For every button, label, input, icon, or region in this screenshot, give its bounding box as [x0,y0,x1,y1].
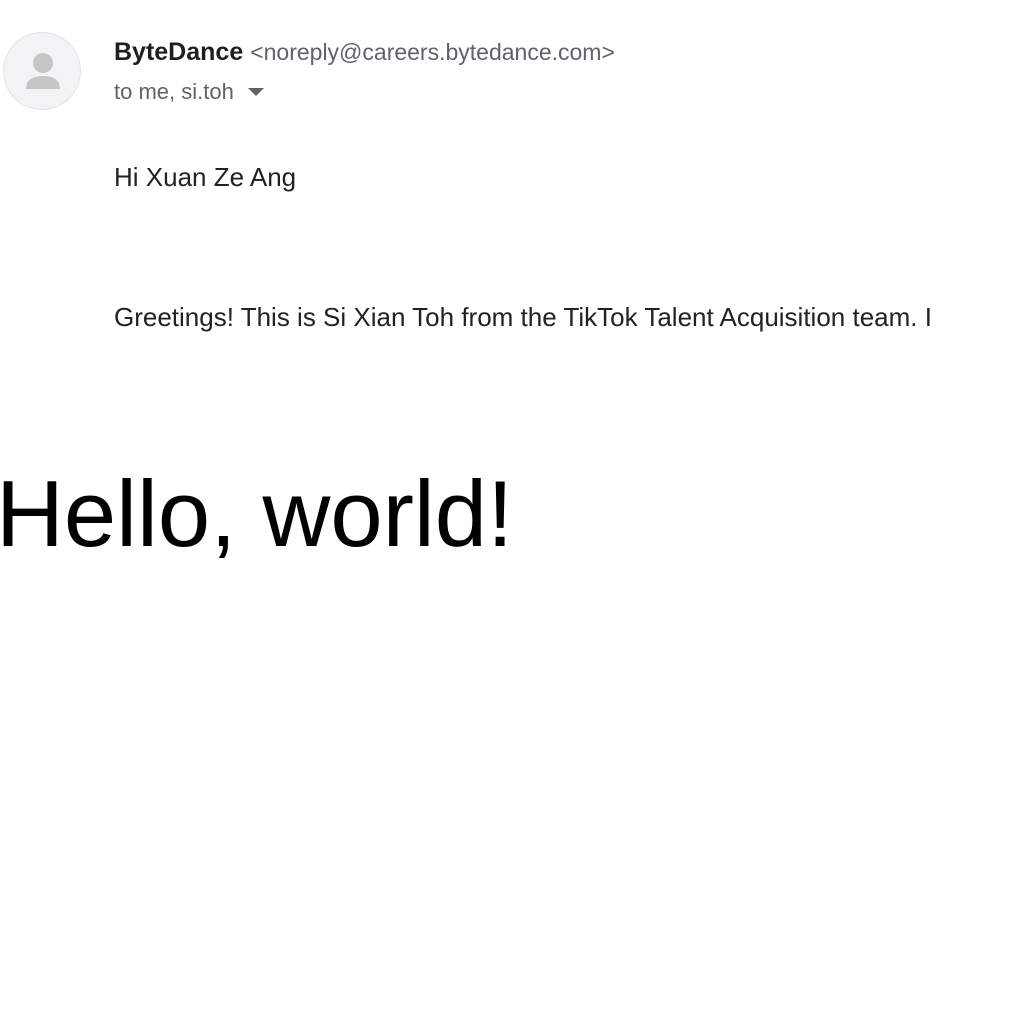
sender-email: <noreply@careers.bytedance.com> [250,39,615,65]
sender-line: ByteDance <noreply@careers.bytedance.com… [114,36,615,68]
caret-down-icon[interactable] [247,88,264,96]
recipients-text: to me, si.toh [114,79,234,104]
overlay-heading: Hello, world! [0,461,514,566]
message-greeting: Hi Xuan Ze Ang [114,162,297,192]
person-icon [26,53,60,89]
message-body: Greetings! This is Si Xian Toh from the … [114,302,932,332]
recipients-line: to me, si.toh [114,77,264,107]
sender-avatar[interactable] [3,32,81,110]
sender-name[interactable]: ByteDance [114,38,243,66]
